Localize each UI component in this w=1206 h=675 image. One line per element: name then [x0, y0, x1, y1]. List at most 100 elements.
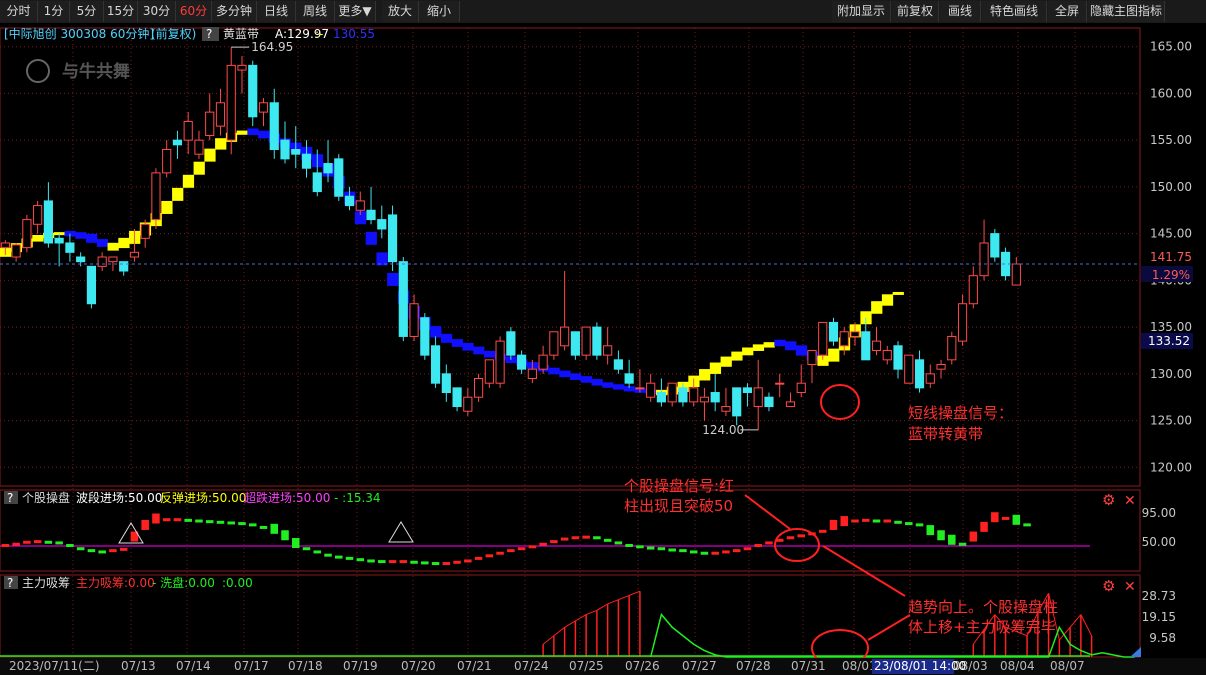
candle-body	[871, 340, 882, 351]
period-tab-5[interactable]: 60分	[176, 1, 212, 22]
x-label-7: 07/21	[457, 659, 492, 673]
oscillator-mark	[23, 540, 31, 544]
oscillator-mark	[603, 538, 612, 542]
oscillator-mark	[55, 541, 63, 545]
candle-body	[463, 396, 473, 412]
oscillator-mark	[969, 531, 978, 542]
oscillator-mark	[657, 547, 666, 551]
candle-body	[205, 111, 215, 136]
sub1-l2: 反弹进场:50.00	[160, 491, 246, 505]
oscillator-mark	[119, 547, 128, 551]
band-block	[161, 200, 173, 214]
oscillator-mark	[539, 542, 547, 546]
band-block	[742, 347, 754, 356]
period-tab-10[interactable]: 放大	[382, 1, 419, 22]
note1-line1: 短线操盘信号：	[908, 404, 1013, 422]
candle-body	[355, 200, 365, 211]
b-value: 130.55	[333, 27, 375, 41]
candle-body	[129, 251, 140, 258]
oscillator-mark	[259, 525, 268, 529]
toolbar-right-4[interactable]: 全屏	[1048, 1, 1087, 22]
note2-line2: 柱出现且突破50	[624, 497, 733, 515]
toolbar-right-0[interactable]: 附加显示	[832, 1, 891, 22]
gear-icon-0: ⚙	[1102, 491, 1115, 509]
oscillator-mark	[66, 544, 74, 547]
y-tick-5: 145.00	[1150, 227, 1192, 241]
toolbar-right-5[interactable]: 隐藏主图指标	[1088, 1, 1165, 22]
sub1-l4: - :15.34	[334, 491, 381, 505]
band-block	[483, 350, 496, 358]
toolbar-right-3[interactable]: 特色画线	[982, 1, 1047, 22]
band-block	[752, 344, 765, 351]
note3-line1: 趋势向上。个股操盘柱	[908, 598, 1058, 616]
candle-body	[452, 387, 462, 408]
candle-body	[194, 139, 204, 155]
candle-body	[97, 256, 107, 267]
sub1-ytick-1: 50.00	[1142, 535, 1176, 549]
period-tab-6[interactable]: 多分钟	[212, 1, 257, 22]
oscillator-mark	[614, 541, 623, 545]
band-block	[118, 237, 130, 249]
candle-body	[624, 373, 634, 384]
sub2-ytick-1: 19.15	[1142, 610, 1176, 624]
indicator-name: 黄蓝带	[223, 27, 259, 41]
oscillator-mark	[829, 519, 838, 530]
candle-body	[258, 102, 269, 113]
candle-body	[387, 214, 398, 263]
oscillator-mark	[861, 518, 870, 522]
candle-body	[366, 209, 376, 221]
band-block	[731, 351, 743, 361]
period-tab-9[interactable]: 更多▼	[335, 1, 376, 22]
candle-body	[560, 326, 570, 347]
oscillator-mark	[840, 516, 849, 527]
period-tab-2[interactable]: 5分	[70, 1, 104, 22]
candle-body	[43, 200, 53, 244]
close-icon-0: ✕	[1124, 493, 1136, 509]
oscillator-mark	[679, 549, 687, 553]
oscillator-mark	[152, 513, 160, 524]
toolbar-right-2[interactable]: 画线	[940, 1, 981, 22]
oscillator-mark	[646, 546, 655, 550]
oscillator-mark	[937, 530, 945, 541]
period-tab-3[interactable]: 15分	[104, 1, 138, 22]
x-label-3: 07/17	[234, 659, 269, 673]
candle-body	[936, 363, 946, 370]
band-block	[709, 362, 722, 374]
candle-body	[742, 387, 753, 394]
oscillator-mark	[851, 519, 859, 523]
candle-body	[592, 326, 602, 356]
candle-body	[377, 219, 387, 230]
band-block	[763, 342, 775, 348]
candle-body	[699, 396, 710, 403]
band-block	[204, 148, 216, 162]
period-tab-11[interactable]: 缩小	[419, 1, 460, 22]
period-tab-7[interactable]: 日线	[257, 1, 296, 22]
candle-body	[0, 242, 10, 249]
period-tab-0[interactable]: 分时	[0, 1, 38, 22]
period-tab-1[interactable]: 1分	[38, 1, 70, 22]
candle-body	[506, 331, 516, 356]
oscillator-mark	[281, 530, 289, 541]
oscillator-mark	[689, 550, 698, 554]
oscillator-mark	[335, 555, 343, 559]
oscillator-mark	[625, 544, 633, 547]
x-label-5: 07/19	[343, 659, 378, 673]
oscillator-mark	[421, 561, 429, 565]
candle-body	[140, 223, 150, 239]
oscillator-mark	[948, 534, 956, 545]
band-block	[774, 339, 786, 347]
candle-body	[603, 345, 613, 356]
toolbar-right-1[interactable]: 前复权	[892, 1, 939, 22]
candle-body	[861, 331, 871, 361]
period-tab-8[interactable]: 周线	[296, 1, 335, 22]
header-help: ?	[206, 27, 212, 41]
oscillator-mark	[227, 521, 235, 525]
x-label-16: 08/04	[1000, 659, 1035, 673]
candle-body	[527, 368, 537, 380]
x-label-9: 07/25	[569, 659, 604, 673]
oscillator-mark	[238, 522, 246, 526]
period-tab-4[interactable]: 30分	[138, 1, 176, 22]
oscillator-mark	[1001, 516, 1010, 520]
oscillator-mark	[195, 519, 203, 523]
oscillator-mark	[44, 540, 53, 544]
